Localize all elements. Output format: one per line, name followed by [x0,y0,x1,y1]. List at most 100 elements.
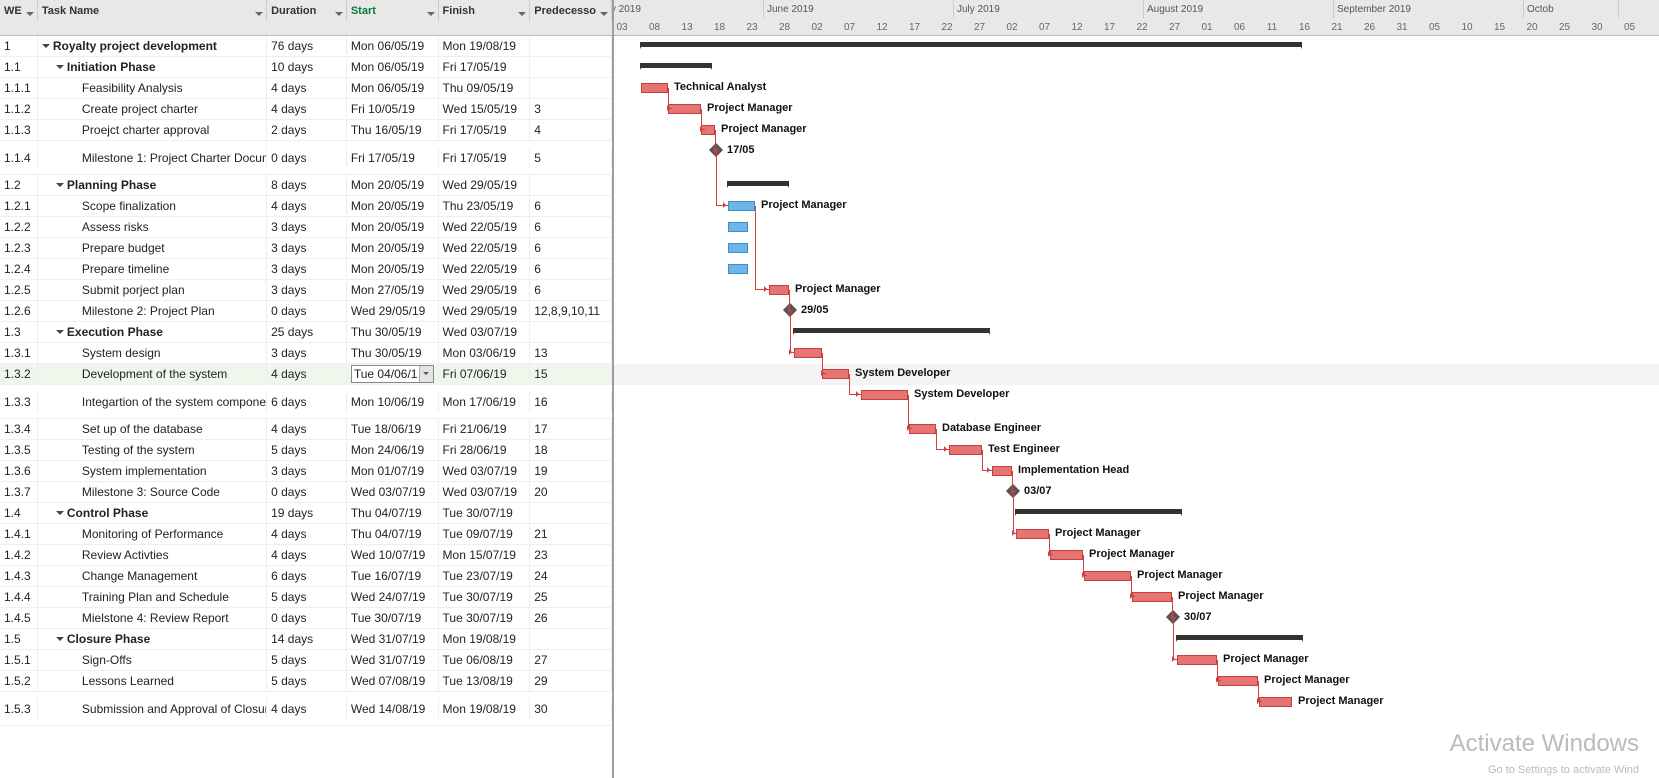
cell-finish[interactable]: Thu 09/05/19 [439,78,531,99]
table-row[interactable]: 1.2.4Prepare timeline3 daysMon 20/05/19W… [0,259,612,280]
cell-start[interactable]: Wed 03/07/19 [347,482,439,503]
col-start[interactable]: Start [347,0,439,21]
cell-task-name[interactable]: Monitoring of Performance [38,524,267,545]
table-row[interactable]: 1.3Execution Phase25 daysThu 30/05/19Wed… [0,322,612,343]
task-bar[interactable] [1084,571,1131,581]
col-predecessors[interactable]: Predecesso [530,0,612,21]
cell-wbs[interactable]: 1.4.4 [0,587,38,608]
table-row[interactable]: 1.2Planning Phase8 daysMon 20/05/19Wed 2… [0,175,612,196]
collapse-icon[interactable] [56,511,64,519]
cell-predecessors[interactable]: 6 [530,259,612,280]
cell-duration[interactable]: 4 days [267,419,347,440]
task-bar[interactable] [861,390,908,400]
cell-predecessors[interactable] [530,175,612,196]
cell-predecessors[interactable]: 3 [530,99,612,120]
cell-wbs[interactable]: 1.2.1 [0,196,38,217]
table-row[interactable]: 1.1.4Milestone 1: Project Charter Docume… [0,141,612,175]
cell-wbs[interactable]: 1.3.1 [0,343,38,364]
start-date-input[interactable]: Tue 04/06/1 [351,365,434,383]
cell-predecessors[interactable]: 18 [530,440,612,461]
cell-predecessors[interactable]: 27 [530,650,612,671]
cell-finish[interactable]: Wed 15/05/19 [439,99,531,120]
cell-predecessors[interactable]: 30 [530,698,612,719]
table-row[interactable]: 1.3.3Integartion of the system component… [0,385,612,419]
cell-predecessors[interactable] [530,57,612,78]
table-row[interactable]: 1.4Control Phase19 daysThu 04/07/19Tue 3… [0,503,612,524]
cell-task-name[interactable]: Integartion of the system components [38,391,267,412]
table-row[interactable]: 1.3.7Milestone 3: Source Code0 daysWed 0… [0,482,612,503]
table-row[interactable]: 1Royalty project development76 daysMon 0… [0,36,612,57]
task-bar[interactable] [1259,697,1292,707]
cell-finish[interactable]: Fri 17/05/19 [439,57,531,78]
cell-start[interactable]: Mon 01/07/19 [347,461,439,482]
cell-task-name[interactable]: Milestone 2: Project Plan [38,301,267,322]
cell-predecessors[interactable]: 16 [530,391,612,412]
cell-duration[interactable]: 25 days [267,322,347,343]
cell-predecessors[interactable] [530,503,612,524]
cell-duration[interactable]: 3 days [267,238,347,259]
task-bar[interactable] [1050,550,1083,560]
summary-bar[interactable] [1177,635,1302,640]
table-row[interactable]: 1.2.6Milestone 2: Project Plan0 daysWed … [0,301,612,322]
task-bar[interactable] [1016,529,1049,539]
table-row[interactable]: 1.3.5Testing of the system5 daysMon 24/0… [0,440,612,461]
summary-bar[interactable] [641,42,1301,47]
cell-predecessors[interactable]: 6 [530,280,612,301]
cell-task-name[interactable]: System implementation [38,461,267,482]
table-row[interactable]: 1.2.2Assess risks3 daysMon 20/05/19Wed 2… [0,217,612,238]
cell-finish[interactable]: Wed 03/07/19 [439,461,531,482]
cell-task-name[interactable]: Scope finalization [38,196,267,217]
cell-predecessors[interactable] [530,629,612,650]
cell-finish[interactable]: Wed 22/05/19 [439,259,531,280]
cell-duration[interactable]: 5 days [267,440,347,461]
table-row[interactable]: 1.4.2Review Activties4 daysWed 10/07/19M… [0,545,612,566]
cell-wbs[interactable]: 1.4.2 [0,545,38,566]
cell-finish[interactable]: Wed 29/05/19 [439,301,531,322]
task-bar[interactable] [1177,655,1217,665]
date-dropdown-icon[interactable] [419,366,433,382]
col-duration[interactable]: Duration [267,0,347,21]
cell-start[interactable]: Thu 04/07/19 [347,503,439,524]
cell-predecessors[interactable]: 15 [530,364,612,385]
table-row[interactable]: 1.4.5Mielstone 4: Review Report0 daysTue… [0,608,612,629]
cell-task-name[interactable]: Sign-Offs [38,650,267,671]
cell-wbs[interactable]: 1.2.2 [0,217,38,238]
cell-finish[interactable]: Wed 22/05/19 [439,238,531,259]
table-row[interactable]: 1.4.3Change Management6 daysTue 16/07/19… [0,566,612,587]
cell-task-name[interactable]: Prepare timeline [38,259,267,280]
cell-predecessors[interactable]: 6 [530,238,612,259]
cell-task-name[interactable]: Change Management [38,566,267,587]
cell-duration[interactable]: 10 days [267,57,347,78]
cell-start[interactable]: Mon 20/05/19 [347,259,439,280]
cell-start[interactable]: Thu 30/05/19 [347,343,439,364]
collapse-icon[interactable] [56,183,64,191]
cell-finish[interactable]: Mon 19/08/19 [439,629,531,650]
cell-start[interactable]: Mon 06/05/19 [347,36,439,57]
cell-start[interactable]: Tue 16/07/19 [347,566,439,587]
cell-task-name[interactable]: Royalty project development [38,36,267,57]
cell-duration[interactable]: 5 days [267,671,347,692]
cell-duration[interactable]: 6 days [267,566,347,587]
cell-start[interactable]: Wed 31/07/19 [347,650,439,671]
table-row[interactable]: 1.5.3Submission and Approval of Closure … [0,692,612,726]
cell-wbs[interactable]: 1.3.4 [0,419,38,440]
cell-start[interactable]: Mon 20/05/19 [347,196,439,217]
cell-task-name[interactable]: Feasibility Analysis [38,78,267,99]
table-row[interactable]: 1.3.1System design3 daysThu 30/05/19Mon … [0,343,612,364]
cell-predecessors[interactable] [530,322,612,343]
cell-task-name[interactable]: Training Plan and Schedule [38,587,267,608]
cell-wbs[interactable]: 1.1.1 [0,78,38,99]
cell-wbs[interactable]: 1.4.5 [0,608,38,629]
cell-wbs[interactable]: 1.5.2 [0,671,38,692]
cell-wbs[interactable]: 1.5.1 [0,650,38,671]
cell-task-name[interactable]: Planning Phase [38,175,267,196]
cell-start[interactable]: Wed 07/08/19 [347,671,439,692]
summary-bar[interactable] [641,63,711,68]
task-bar[interactable] [992,466,1012,476]
cell-start[interactable]: Thu 04/07/19 [347,524,439,545]
cell-start[interactable]: Mon 06/05/19 [347,78,439,99]
cell-wbs[interactable]: 1.2.3 [0,238,38,259]
cell-start[interactable]: Thu 30/05/19 [347,322,439,343]
summary-bar[interactable] [1016,509,1181,514]
cell-task-name[interactable]: Mielstone 4: Review Report [38,608,267,629]
